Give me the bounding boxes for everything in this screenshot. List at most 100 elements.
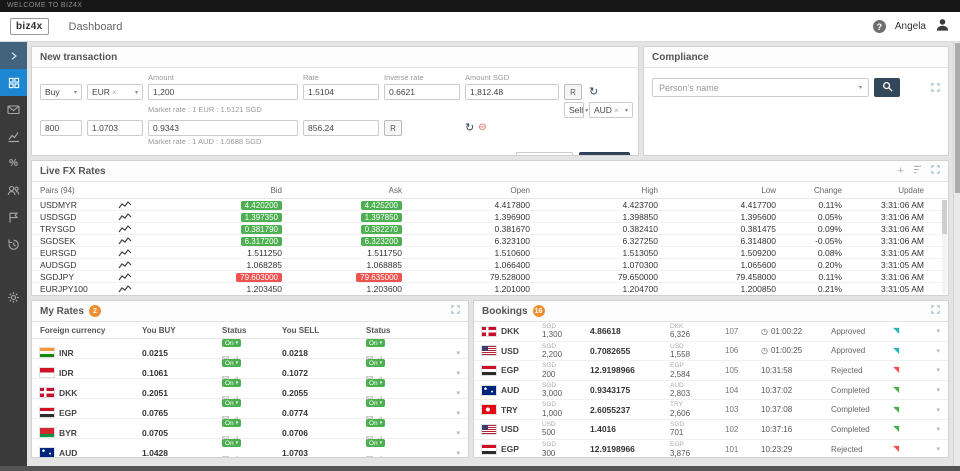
chart-icon[interactable]: [118, 200, 166, 209]
status-toggle[interactable]: On ▾: [366, 339, 386, 347]
booking-row[interactable]: TRY SGD 1,000 2.6055237 TRY 2,606 103 10:3…: [474, 400, 948, 420]
sidebar-expand-icon[interactable]: [0, 42, 27, 69]
chart-icon[interactable]: [118, 248, 166, 257]
amount-sgd-input-sell[interactable]: [303, 120, 379, 136]
booking-row[interactable]: AUD SGD 3,000 0.9343175 AUD 2,803 104 10:3…: [474, 381, 948, 401]
currency-select-eur[interactable]: EUR × ▾: [87, 84, 143, 100]
fx-row[interactable]: TRYSGD 0.381790 0.382270 0.381670 0.3824…: [32, 223, 948, 235]
fx-row[interactable]: SGDJPY 79.603000 79.635000 79.528000 79.…: [32, 271, 948, 283]
rate-row[interactable]: INR 0.0215 On ▾ 0.0218 On ▾ ▾: [32, 339, 468, 361]
side-select-buy[interactable]: Buy ▾: [40, 84, 82, 100]
status-toggle[interactable]: On ▾: [222, 439, 242, 447]
bottom-scrollbar[interactable]: [0, 466, 960, 471]
sidebar-item-messages[interactable]: [0, 96, 27, 123]
status-toggle[interactable]: On ▾: [366, 419, 386, 427]
row-expand-chevron-icon[interactable]: ▾: [911, 425, 940, 433]
sidebar-item-rates[interactable]: %: [0, 150, 27, 177]
row-expand-chevron-icon[interactable]: ▾: [911, 406, 940, 414]
sort-icon[interactable]: [913, 165, 922, 177]
currency-select-aud[interactable]: AUD × ▾: [589, 102, 633, 118]
row-expand-chevron-icon[interactable]: ▾: [911, 327, 940, 335]
clear-icon[interactable]: ×: [614, 106, 619, 115]
row-expand-chevron-icon[interactable]: ▾: [426, 449, 460, 457]
rate-row[interactable]: EGP 0.0765 On ▾ 0.0774 On ▾ ▾: [32, 399, 468, 421]
row-expand-chevron-icon[interactable]: ▾: [426, 389, 460, 397]
fx-row[interactable]: EURJPY100 1.203450 1.203600 1.201000 1.2…: [32, 283, 948, 295]
chart-icon[interactable]: [118, 272, 166, 281]
help-icon[interactable]: ?: [872, 20, 886, 33]
chart-icon[interactable]: [118, 260, 166, 269]
status-toggle[interactable]: On ▾: [366, 439, 386, 447]
add-pair-icon[interactable]: +: [898, 165, 904, 177]
sidebar-item-campaigns[interactable]: [0, 204, 27, 231]
amount-input-sell[interactable]: [40, 120, 82, 136]
inverse-rate-input-buy[interactable]: [384, 84, 460, 100]
fx-row[interactable]: SGDSEK 6.317200 6.323200 6.323100 6.3272…: [32, 235, 948, 247]
fx-row[interactable]: USDSGD 1.397350 1.397850 1.396900 1.3988…: [32, 211, 948, 223]
expand-icon[interactable]: [931, 305, 940, 317]
rate-row[interactable]: AUD 1.0428 On ▾ 1.0703 On ▾ ▾: [32, 439, 468, 457]
sidebar-item-customers[interactable]: [0, 177, 27, 204]
status-toggle[interactable]: On ▾: [366, 399, 386, 407]
booking-row[interactable]: EGP SGD 300 12.9198966 EGP 3,876 101 10:23…: [474, 440, 948, 457]
status-toggle[interactable]: On ▾: [222, 419, 242, 427]
reset-all-button[interactable]: Reset all: [515, 152, 573, 155]
row-expand-chevron-icon[interactable]: ▾: [426, 409, 460, 417]
side-select-sell[interactable]: Sell ▾: [564, 102, 588, 118]
chart-icon[interactable]: [118, 224, 166, 233]
sidebar-item-history[interactable]: [0, 231, 27, 258]
rate-row[interactable]: DKK 0.2051 On ▾ 0.2055 On ▾ ▾: [32, 379, 468, 401]
row-expand-chevron-icon[interactable]: ▾: [911, 366, 940, 374]
status-toggle[interactable]: On ▾: [222, 399, 242, 407]
avatar-icon[interactable]: [935, 17, 950, 37]
expand-icon[interactable]: [931, 165, 940, 177]
row-expand-chevron-icon[interactable]: ▾: [911, 445, 940, 453]
amount-sgd-input-buy[interactable]: [465, 84, 559, 100]
fx-scrollbar[interactable]: [942, 200, 947, 294]
sidebar-item-charts[interactable]: [0, 123, 27, 150]
fx-row[interactable]: EURSGD 1.511250 1.511750 1.510600 1.5130…: [32, 247, 948, 259]
chart-icon[interactable]: [118, 236, 166, 245]
expand-icon[interactable]: [931, 79, 940, 97]
clear-icon[interactable]: ×: [112, 88, 117, 97]
rate-lock-button-buy[interactable]: R: [564, 84, 582, 100]
status-toggle[interactable]: On ▾: [222, 379, 242, 387]
fx-row[interactable]: USDMYR 4.420200 4.425200 4.417800 4.4237…: [32, 199, 948, 211]
chart-icon[interactable]: [118, 212, 166, 221]
compliance-search-button[interactable]: [874, 78, 900, 97]
booking-row[interactable]: USD USD 500 1.4016 SGD 701 102 10:37:16 Co…: [474, 420, 948, 440]
refresh-icon[interactable]: ↻: [589, 86, 598, 98]
rate-input-sell[interactable]: [87, 120, 143, 136]
inverse-rate-input-sell[interactable]: [148, 120, 298, 136]
row-expand-chevron-icon[interactable]: ▾: [911, 386, 940, 394]
status-toggle[interactable]: On ▾: [222, 359, 242, 367]
egp-flag-icon: [39, 407, 55, 418]
status-toggle[interactable]: On ▾: [366, 359, 386, 367]
username-label[interactable]: Angela: [895, 21, 926, 32]
person-name-select[interactable]: Person's name ▾: [652, 78, 869, 97]
sidebar-item-settings[interactable]: [0, 284, 27, 311]
rate-row[interactable]: IDR 0.1061 On ▾ 0.1072 On ▾ ▾: [32, 359, 468, 381]
row-expand-chevron-icon[interactable]: ▾: [426, 369, 460, 377]
row-expand-chevron-icon[interactable]: ▾: [426, 349, 460, 357]
rate-input-buy[interactable]: [303, 84, 379, 100]
window-scrollbar[interactable]: [953, 42, 960, 466]
fx-row[interactable]: AUDSGD 1.068285 1.068885 1.066400 1.0703…: [32, 259, 948, 271]
status-toggle[interactable]: On ▾: [222, 339, 242, 347]
aud-flag-icon: [481, 384, 497, 396]
record-button[interactable]: Record: [578, 152, 630, 155]
amount-input-buy[interactable]: [148, 84, 298, 100]
sidebar-item-dashboard[interactable]: [0, 69, 27, 96]
booking-row[interactable]: DKK SGD 1,300 4.86618 DKK 6,326 107 ◷ 01:00…: [474, 322, 948, 342]
expand-icon[interactable]: [451, 305, 460, 317]
rate-row[interactable]: BYR 0.0705 On ▾ 0.0706 On ▾ ▾: [32, 419, 468, 441]
rate-lock-button-sell[interactable]: R: [384, 120, 402, 136]
chart-icon[interactable]: [118, 285, 166, 293]
booking-row[interactable]: USD SGD 2,200 0.7082655 USD 1,558 106 ◷ 01:…: [474, 342, 948, 362]
remove-row-icon[interactable]: ⊖: [478, 123, 486, 133]
status-toggle[interactable]: On ▾: [366, 379, 386, 387]
row-expand-chevron-icon[interactable]: ▾: [911, 347, 940, 355]
booking-row[interactable]: EGP SGD 200 12.9198966 EGP 2,584 105 10:31…: [474, 361, 948, 381]
row-expand-chevron-icon[interactable]: ▾: [426, 429, 460, 437]
refresh-icon[interactable]: ↻: [465, 122, 474, 134]
